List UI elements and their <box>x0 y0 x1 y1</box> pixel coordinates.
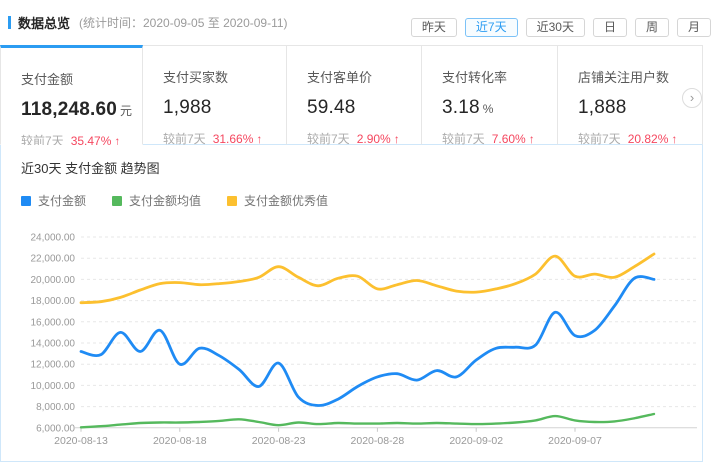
range-button-yesterday[interactable]: 昨天 <box>411 18 457 37</box>
legend-label: 支付金额 <box>38 192 86 209</box>
compare-change: 20.82% <box>628 132 669 146</box>
x-axis-label: 2020-09-02 <box>449 435 503 447</box>
stat-label: 店铺关注用户数 <box>578 67 702 86</box>
y-axis-label: 10,000.00 <box>31 381 76 392</box>
stat-value: 1,888 <box>578 97 627 118</box>
stat-tab-row: 支付金额118,248.60元较前7天35.47%↑支付买家数1,988较前7天… <box>0 45 703 145</box>
stat-value: 3.18 <box>442 97 480 118</box>
y-axis-label: 14,000.00 <box>31 339 76 350</box>
series-line-0 <box>81 277 654 406</box>
legend-label: 支付金额优秀值 <box>244 192 328 209</box>
stat-label: 支付买家数 <box>163 67 286 86</box>
legend-item-payment-excellent[interactable]: 支付金额优秀值 <box>227 192 328 209</box>
trend-panel: 近30天 支付金额 趋势图 支付金额 支付金额均值 支付金额优秀值 24,000.0… <box>0 145 703 462</box>
stat-tab-conversion-rate[interactable]: 支付转化率 3.18% 较前7天 7.60%↑ <box>422 45 558 145</box>
y-axis-label: 8,000.00 <box>36 402 75 413</box>
compare-label: 较前7天 <box>307 132 350 146</box>
page-header: 数据总览 (统计时间：2020-09-05 至 2020-09-11) 昨天近7… <box>0 0 720 45</box>
stat-value: 59.48 <box>307 97 356 118</box>
chart-legend: 支付金额 支付金额均值 支付金额优秀值 <box>21 192 328 209</box>
y-axis-label: 20,000.00 <box>31 275 76 286</box>
y-axis-label: 6,000.00 <box>36 423 75 434</box>
y-axis-label: 12,000.00 <box>31 360 76 371</box>
stat-value-row: 1,988 <box>163 97 286 119</box>
stat-value: 1,988 <box>163 97 212 118</box>
y-axis-label: 22,000.00 <box>31 254 76 265</box>
y-axis-label: 16,000.00 <box>31 317 76 328</box>
compare-label: 较前7天 <box>442 132 485 146</box>
stat-label: 支付转化率 <box>442 67 557 86</box>
trend-chart-svg: 24,000.00 22,000.00 20,000.00 18,000.00 16,0… <box>7 217 699 457</box>
x-axis-label: 2020-08-28 <box>351 435 405 447</box>
stat-time-range: (统计时间：2020-09-05 至 2020-09-11) <box>79 14 288 31</box>
stat-tab-price-per-customer[interactable]: 支付客单价 59.48 较前7天 2.90%↑ <box>287 45 422 145</box>
up-arrow-icon: ↑ <box>529 132 535 146</box>
series-line-2 <box>81 254 654 303</box>
stat-value-row: 3.18% <box>442 97 557 119</box>
compare-change: 2.90% <box>357 132 391 146</box>
series-line-1 <box>81 414 654 427</box>
compare-change: 31.66% <box>213 132 254 146</box>
up-arrow-icon: ↑ <box>671 132 677 146</box>
legend-swatch <box>112 196 122 206</box>
legend-label: 支付金额均值 <box>129 192 201 209</box>
next-cards-button[interactable]: › <box>682 88 702 108</box>
stat-unit: % <box>483 102 494 116</box>
y-axis-label: 18,000.00 <box>31 296 76 307</box>
x-axis-label: 2020-08-23 <box>252 435 306 447</box>
x-axis-label: 2020-08-18 <box>153 435 207 447</box>
legend-item-payment-amount[interactable]: 支付金额 <box>21 192 86 209</box>
title-group: 数据总览 (统计时间：2020-09-05 至 2020-09-11) <box>8 13 288 32</box>
stat-value: 118,248.60 <box>21 99 117 120</box>
legend-swatch <box>227 196 237 206</box>
date-range-button-group: 昨天近7天近30天日周月 <box>411 18 711 37</box>
stat-label: 支付客单价 <box>307 67 421 86</box>
stat-tab-payment-buyers[interactable]: 支付买家数 1,988 较前7天 31.66%↑ <box>143 45 287 145</box>
stat-label: 支付金额 <box>21 69 142 88</box>
trend-chart[interactable]: 24,000.00 22,000.00 20,000.00 18,000.00 16,0… <box>7 217 699 457</box>
title-accent-bar <box>8 16 11 29</box>
range-button-last7days[interactable]: 近7天 <box>465 18 518 37</box>
compare-change: 7.60% <box>492 132 526 146</box>
x-axis-label: 2020-08-13 <box>54 435 108 447</box>
stat-value-row: 118,248.60元 <box>21 99 142 121</box>
up-arrow-icon: ↑ <box>256 132 262 146</box>
range-button-month[interactable]: 月 <box>677 18 711 37</box>
stat-unit: 元 <box>120 104 132 118</box>
chart-title: 近30天 支付金额 趋势图 <box>21 158 160 177</box>
range-button-day[interactable]: 日 <box>593 18 627 37</box>
legend-item-payment-average[interactable]: 支付金额均值 <box>112 192 201 209</box>
compare-label: 较前7天 <box>163 132 206 146</box>
compare-label: 较前7天 <box>578 132 621 146</box>
y-axis-label: 24,000.00 <box>31 233 76 244</box>
stat-tab-payment-amount[interactable]: 支付金额118,248.60元较前7天35.47%↑ <box>0 45 143 145</box>
up-arrow-icon: ↑ <box>394 132 400 146</box>
x-axis-label: 2020-09-07 <box>548 435 602 447</box>
range-button-week[interactable]: 周 <box>635 18 669 37</box>
range-button-last30days[interactable]: 近30天 <box>526 18 585 37</box>
legend-swatch <box>21 196 31 206</box>
page-title: 数据总览 <box>18 13 70 32</box>
stat-value-row: 59.48 <box>307 97 421 119</box>
